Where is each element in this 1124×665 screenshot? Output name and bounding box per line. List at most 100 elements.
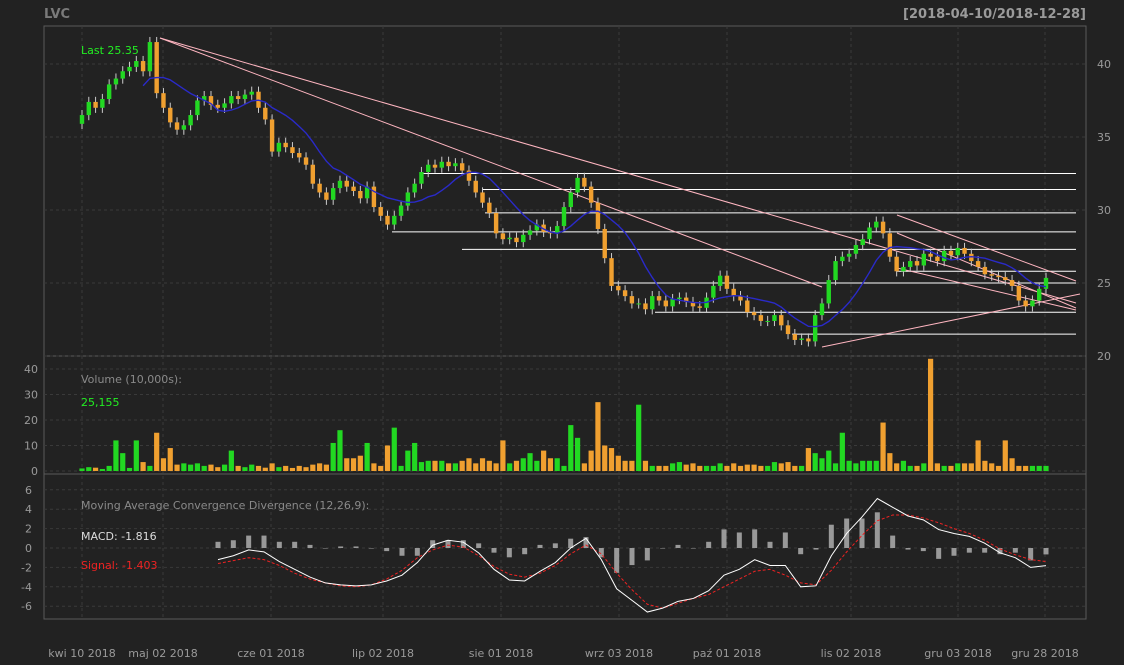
volume-bar (805, 448, 811, 471)
candle-body (772, 315, 777, 321)
candle-body (385, 215, 390, 225)
macd-histogram-bar (338, 546, 344, 548)
candle-body (758, 315, 764, 321)
candle-body (860, 239, 865, 246)
volume-bar (914, 465, 920, 471)
macd-histogram-bar (951, 548, 957, 556)
candle-body (656, 296, 662, 301)
candle-body (595, 202, 601, 229)
volume-bar (710, 465, 716, 471)
volume-bar (405, 450, 411, 471)
macd-histogram-bar (905, 548, 911, 550)
volume-bar (303, 467, 309, 471)
candle-body (643, 303, 648, 310)
macd-histogram-bar (445, 540, 451, 548)
candle-body (894, 256, 899, 272)
candle-body (846, 253, 852, 257)
volume-bar (792, 465, 798, 471)
candle-body (487, 202, 492, 213)
candle-body (1037, 288, 1042, 301)
macd-histogram-bar (660, 548, 666, 549)
candle-body (588, 186, 594, 203)
macd-histogram-bar (629, 548, 635, 566)
macd-y-tick-label: -2 (21, 561, 32, 574)
volume-bar (622, 460, 628, 471)
volume-y-tick-label: 20 (24, 414, 38, 427)
volume-bar (317, 463, 323, 471)
candle-body (921, 253, 927, 266)
candle-body (928, 253, 933, 257)
candle-body (867, 227, 872, 240)
candle-body (914, 261, 920, 266)
candle-body (473, 180, 478, 193)
volume-bar (330, 442, 336, 471)
candle-body (575, 177, 580, 193)
volume-bar (418, 462, 425, 471)
macd-histogram-bar (384, 548, 390, 552)
candle-body (819, 303, 825, 316)
volume-bar (473, 463, 479, 471)
candle-body (561, 207, 567, 227)
volume-bar (765, 465, 771, 471)
macd-histogram-bar (736, 532, 742, 548)
candle-body (405, 192, 411, 206)
volume-bar (615, 455, 621, 471)
volume-bar (147, 465, 153, 471)
volume-bar (799, 465, 805, 471)
volume-bar (581, 463, 587, 471)
volume-bar (819, 458, 825, 471)
volume-bar (500, 440, 506, 471)
volume-bar (296, 465, 302, 471)
candle-body (106, 84, 112, 100)
candle-body (93, 101, 98, 108)
candle-body (1030, 300, 1035, 307)
volume-bar (866, 460, 873, 471)
candle-body (989, 274, 994, 276)
candle-body (426, 164, 431, 173)
volume-bar (452, 463, 458, 471)
candle-body (996, 275, 1001, 278)
volume-bar (337, 430, 343, 471)
candle-body (127, 66, 132, 72)
candle-body (283, 142, 288, 148)
macd-series (215, 497, 1049, 613)
macd-histogram-bar (767, 541, 773, 548)
volume-y-tick-label: 30 (24, 389, 38, 402)
macd-y-tick-label: 4 (25, 503, 32, 516)
candle-body (724, 275, 730, 289)
candle-body (982, 266, 988, 275)
volume-bar (690, 463, 696, 471)
volume-bar (846, 460, 852, 471)
volume-bar (588, 450, 594, 471)
volume-title: Volume (10,000s): (81, 373, 182, 386)
volume-bar (378, 465, 384, 471)
candle-body (290, 147, 295, 154)
candle-body (582, 177, 587, 187)
candle-body (480, 192, 485, 203)
volume-bar (106, 465, 112, 471)
candle-body (235, 96, 241, 100)
chart-symbol: LVC (44, 7, 70, 22)
candle-body (908, 261, 913, 267)
macd-histogram-bar (1012, 548, 1018, 553)
volume-bar (249, 464, 255, 471)
macd-histogram-bar (752, 529, 758, 548)
candle-body (711, 285, 716, 298)
candle-body (493, 212, 499, 234)
candle-body (670, 299, 675, 307)
macd-histogram-bar (307, 544, 313, 548)
candle-body (453, 163, 458, 167)
volume-bar (242, 467, 248, 471)
candle-body (629, 296, 635, 304)
volume-bar (1036, 465, 1042, 471)
candle-body (880, 221, 886, 234)
x-tick-label: kwi 10 2018 (48, 647, 115, 660)
candle-body (344, 180, 349, 187)
candle-body (140, 61, 146, 72)
candle-body (392, 215, 397, 225)
candle-body (147, 42, 153, 72)
volume-bar (140, 462, 146, 471)
macd-histogram-bar (675, 544, 681, 548)
volume-bar (670, 463, 676, 471)
volume-bar (391, 427, 397, 471)
